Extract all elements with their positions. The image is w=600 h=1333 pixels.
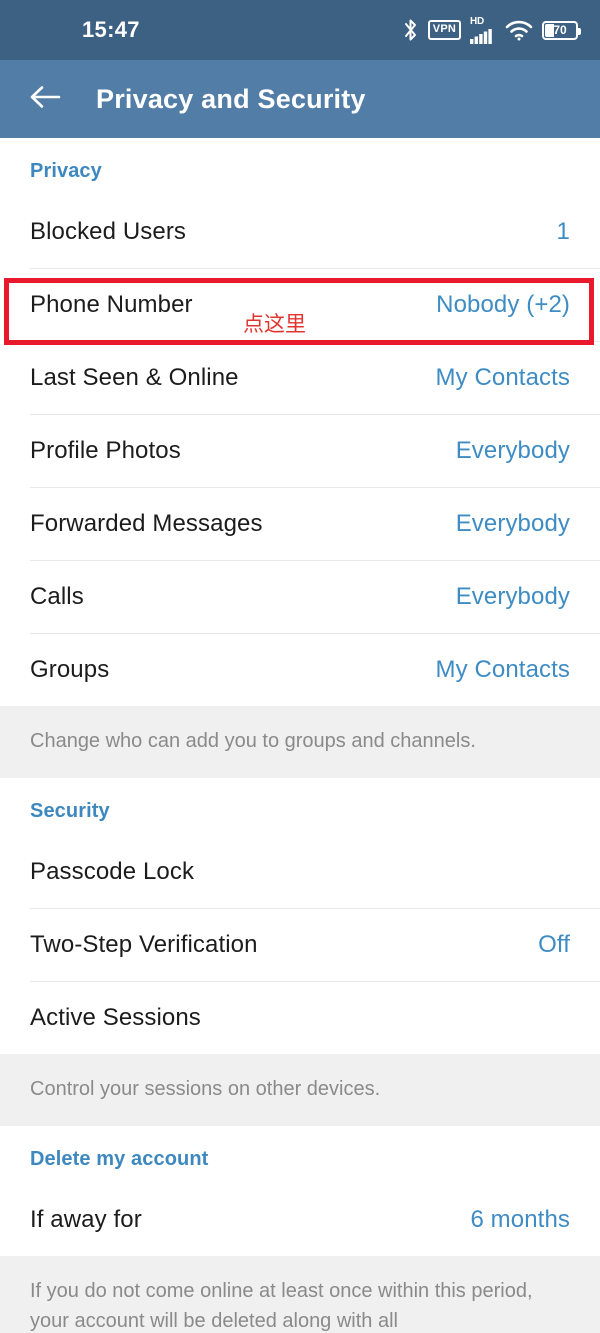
row-label: Forwarded Messages — [30, 509, 263, 537]
status-icon-tray: VPN HD 70 — [402, 15, 581, 44]
battery-icon: 70 — [542, 20, 581, 40]
app-screen: 15:47 VPN HD 70 Privacy and Security Pri… — [0, 0, 600, 1333]
row-value: My Contacts — [435, 363, 570, 391]
row-label: Blocked Users — [30, 217, 187, 245]
row-label: Active Sessions — [30, 1003, 201, 1031]
row-value: My Contacts — [435, 655, 570, 683]
row-calls[interactable]: Calls Everybody — [0, 560, 600, 633]
section-header-privacy: Privacy — [30, 160, 102, 182]
hint-delete-account: If you do not come online at least once … — [0, 1256, 600, 1333]
battery-level-label: 70 — [553, 23, 567, 37]
row-label: Two-Step Verification — [30, 930, 258, 958]
row-label: Calls — [30, 582, 84, 610]
page-title: Privacy and Security — [96, 83, 366, 114]
app-bar: Privacy and Security — [0, 60, 600, 138]
bluetooth-icon — [402, 18, 419, 42]
section-header-delete-my-account: Delete my account — [30, 1148, 209, 1170]
row-passcode-lock[interactable]: Passcode Lock — [0, 835, 600, 908]
vpn-icon: VPN — [427, 20, 461, 40]
row-value: Everybody — [455, 582, 570, 610]
status-bar: 15:47 VPN HD 70 — [0, 0, 600, 60]
wifi-icon — [505, 20, 533, 41]
row-label: Profile Photos — [30, 436, 181, 464]
row-active-sessions[interactable]: Active Sessions — [0, 981, 600, 1054]
row-label: Last Seen & Online — [30, 363, 239, 391]
row-forwarded-messages[interactable]: Forwarded Messages Everybody — [0, 487, 600, 560]
row-value: Nobody (+2) — [436, 290, 570, 318]
back-arrow-icon — [28, 83, 62, 116]
privacy-section: Privacy Blocked Users 1 Phone Number Nob… — [0, 138, 600, 778]
row-last-seen-online[interactable]: Last Seen & Online My Contacts — [0, 341, 600, 414]
row-label: If away for — [30, 1205, 142, 1233]
section-header-security: Security — [30, 800, 110, 822]
row-label: Passcode Lock — [30, 857, 195, 885]
row-value: Everybody — [455, 509, 570, 537]
hd-icon: HD — [470, 15, 485, 27]
row-label: Groups — [30, 655, 110, 683]
row-value: Everybody — [455, 436, 570, 464]
row-label: Phone Number — [30, 290, 193, 318]
row-two-step-verification[interactable]: Two-Step Verification Off — [0, 908, 600, 981]
signal-icon: HD — [470, 15, 496, 44]
row-phone-number[interactable]: Phone Number Nobody (+2) — [0, 268, 600, 341]
security-section: Security Passcode Lock Two-Step Verifica… — [0, 778, 600, 1126]
settings-list: Privacy Blocked Users 1 Phone Number Nob… — [0, 138, 600, 1333]
delete-account-section: Delete my account If away for 6 months I… — [0, 1126, 600, 1333]
hint-active-sessions: Control your sessions on other devices. — [0, 1054, 600, 1126]
row-groups[interactable]: Groups My Contacts — [0, 633, 600, 706]
hint-privacy-groups: Change who can add you to groups and cha… — [0, 706, 600, 778]
status-clock: 15:47 — [82, 17, 140, 42]
row-value: 1 — [556, 217, 570, 245]
row-profile-photos[interactable]: Profile Photos Everybody — [0, 414, 600, 487]
row-if-away-for[interactable]: If away for 6 months — [0, 1183, 600, 1256]
row-value: Off — [538, 930, 570, 958]
row-blocked-users[interactable]: Blocked Users 1 — [0, 195, 600, 268]
back-button[interactable] — [22, 76, 68, 122]
row-value: 6 months — [470, 1205, 570, 1233]
